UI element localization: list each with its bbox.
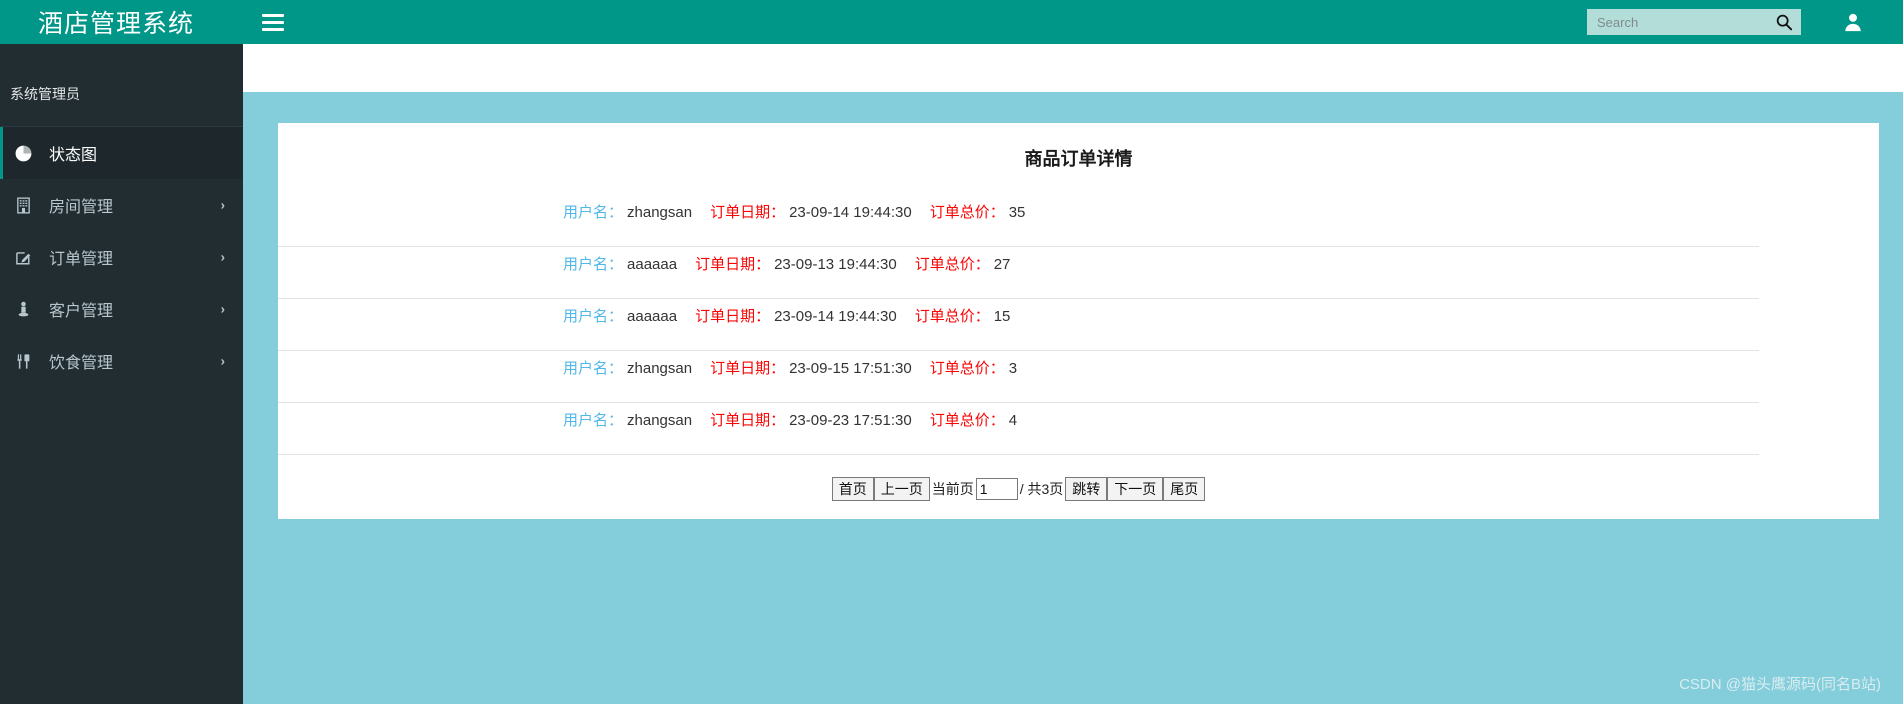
- next-page-button[interactable]: 下一页: [1107, 477, 1164, 501]
- order-date-value: 23-09-13 19:44:30: [774, 256, 897, 273]
- order-row-content: 用户名： zhangsan 订单日期： 23-09-23 17:51:30 订单…: [278, 409, 1759, 430]
- sidebar-item-customer-management[interactable]: 客户管理 ›: [0, 283, 243, 335]
- search-input[interactable]: [1587, 9, 1801, 35]
- order-row-content: 用户名： aaaaaa 订单日期： 23-09-14 19:44:30 订单总价…: [278, 305, 1759, 326]
- order-date-value: 23-09-14 19:44:30: [789, 204, 912, 221]
- order-date-label: 订单日期：: [695, 308, 771, 325]
- order-date-label: 订单日期：: [710, 360, 786, 377]
- order-total-value: 27: [993, 256, 1011, 273]
- pagination: 首页 上一页 当前页 / 共3页 跳转 下一页 尾页: [278, 477, 1879, 501]
- order-row[interactable]: 用户名： aaaaaa 订单日期： 23-09-13 19:44:30 订单总价…: [278, 247, 1759, 299]
- order-row[interactable]: 用户名： aaaaaa 订单日期： 23-09-14 19:44:30 订单总价…: [278, 299, 1759, 351]
- username-label: 用户名：: [563, 204, 624, 221]
- sidebar-item-label: 订单管理: [49, 251, 114, 268]
- order-date-value: 23-09-15 17:51:30: [789, 360, 912, 377]
- order-row-content: 用户名： zhangsan 订单日期： 23-09-14 19:44:30 订单…: [278, 201, 1759, 222]
- prev-page-button[interactable]: 上一页: [873, 477, 930, 501]
- hamburger-menu-icon: [262, 13, 284, 31]
- username-value: zhangsan: [627, 204, 693, 221]
- username-value: zhangsan: [627, 360, 693, 377]
- order-date-value: 23-09-23 17:51:30: [789, 412, 912, 429]
- order-total-value: 3: [1008, 360, 1018, 377]
- order-row[interactable]: 用户名： zhangsan 订单日期： 23-09-23 17:51:30 订单…: [278, 403, 1759, 455]
- order-total-label: 订单总价：: [929, 204, 1005, 221]
- username-label: 用户名：: [563, 360, 624, 377]
- order-total-label: 订单总价：: [914, 308, 990, 325]
- last-page-button[interactable]: 尾页: [1163, 477, 1206, 501]
- sidebar-menu: 状态图 房间管理 › 订单管理 › 客户管理 › 饮食管理 ›: [0, 127, 243, 387]
- sidebar: 系统管理员 状态图 房间管理 › 订单管理 › 客户管理 › 饮食管理 ›: [0, 44, 243, 704]
- brand-logo[interactable]: 酒店管理系统: [0, 0, 243, 44]
- current-page-input[interactable]: [975, 478, 1018, 500]
- edit-square-icon: [15, 247, 41, 267]
- order-total-value: 4: [1008, 412, 1018, 429]
- order-row-content: 用户名： zhangsan 订单日期： 23-09-15 17:51:30 订单…: [278, 357, 1759, 378]
- order-date-value: 23-09-14 19:44:30: [774, 308, 897, 325]
- order-date-label: 订单日期：: [710, 204, 786, 221]
- building-icon: [15, 195, 41, 215]
- sidebar-item-label: 饮食管理: [49, 355, 114, 372]
- sidebar-item-room-management[interactable]: 房间管理 ›: [0, 179, 243, 231]
- search-box[interactable]: [1587, 9, 1801, 35]
- sidebar-item-diet-management[interactable]: 饮食管理 ›: [0, 335, 243, 387]
- watermark: CSDN @猫头鹰源码(同名B站): [1679, 676, 1881, 693]
- first-page-button[interactable]: 首页: [831, 477, 874, 501]
- cutlery-icon: [15, 351, 41, 371]
- sidebar-toggle-button[interactable]: [243, 0, 303, 44]
- sidebar-item-label: 客户管理: [49, 303, 114, 320]
- app-root: 酒店管理系统 系统管理员: [0, 0, 1903, 704]
- username-value: aaaaaa: [627, 308, 678, 325]
- sidebar-item-status-chart[interactable]: 状态图: [0, 127, 243, 179]
- top-bar: 酒店管理系统: [0, 0, 1903, 44]
- username-label: 用户名：: [563, 412, 624, 429]
- content-top-strip: [243, 44, 1903, 92]
- sidebar-user-name: 系统管理员: [10, 86, 80, 102]
- username-value: zhangsan: [627, 412, 693, 429]
- sidebar-item-label: 房间管理: [49, 199, 114, 216]
- sidebar-user-panel: 系统管理员: [0, 44, 243, 127]
- chevron-right-icon: ›: [220, 301, 225, 317]
- total-pages-label: / 共3页: [1019, 481, 1064, 497]
- order-total-value: 15: [993, 308, 1011, 325]
- order-total-label: 订单总价：: [914, 256, 990, 273]
- username-label: 用户名：: [563, 308, 624, 325]
- order-row[interactable]: 用户名： zhangsan 订单日期： 23-09-15 17:51:30 订单…: [278, 351, 1759, 403]
- brand-title: 酒店管理系统: [38, 10, 195, 38]
- chevron-right-icon: ›: [220, 353, 225, 369]
- order-detail-card: 商品订单详情 用户名： zhangsan 订单日期： 23-09-14 19:4…: [278, 123, 1879, 519]
- order-row-content: 用户名： aaaaaa 订单日期： 23-09-13 19:44:30 订单总价…: [278, 253, 1759, 274]
- person-icon: [15, 299, 41, 319]
- chevron-right-icon: ›: [220, 249, 225, 265]
- user-avatar-icon: [1845, 13, 1861, 32]
- pie-chart-icon: [15, 143, 41, 163]
- order-date-label: 订单日期：: [695, 256, 771, 273]
- sidebar-item-order-management[interactable]: 订单管理 ›: [0, 231, 243, 283]
- chevron-right-icon: ›: [220, 197, 225, 213]
- current-page-label: 当前页: [931, 481, 974, 497]
- order-row[interactable]: 用户名： zhangsan 订单日期： 23-09-14 19:44:30 订单…: [278, 195, 1759, 247]
- username-label: 用户名：: [563, 256, 624, 273]
- order-total-label: 订单总价：: [929, 412, 1005, 429]
- page-title: 商品订单详情: [1024, 149, 1133, 169]
- jump-page-button[interactable]: 跳转: [1065, 477, 1108, 501]
- main-content: 商品订单详情 用户名： zhangsan 订单日期： 23-09-14 19:4…: [243, 44, 1903, 704]
- order-date-label: 订单日期：: [710, 412, 786, 429]
- order-total-value: 35: [1008, 204, 1026, 221]
- username-value: aaaaaa: [627, 256, 678, 273]
- order-total-label: 订单总价：: [929, 360, 1005, 377]
- order-list: 用户名： zhangsan 订单日期： 23-09-14 19:44:30 订单…: [278, 195, 1879, 455]
- user-menu-button[interactable]: [1831, 0, 1875, 44]
- sidebar-item-label: 状态图: [49, 147, 98, 164]
